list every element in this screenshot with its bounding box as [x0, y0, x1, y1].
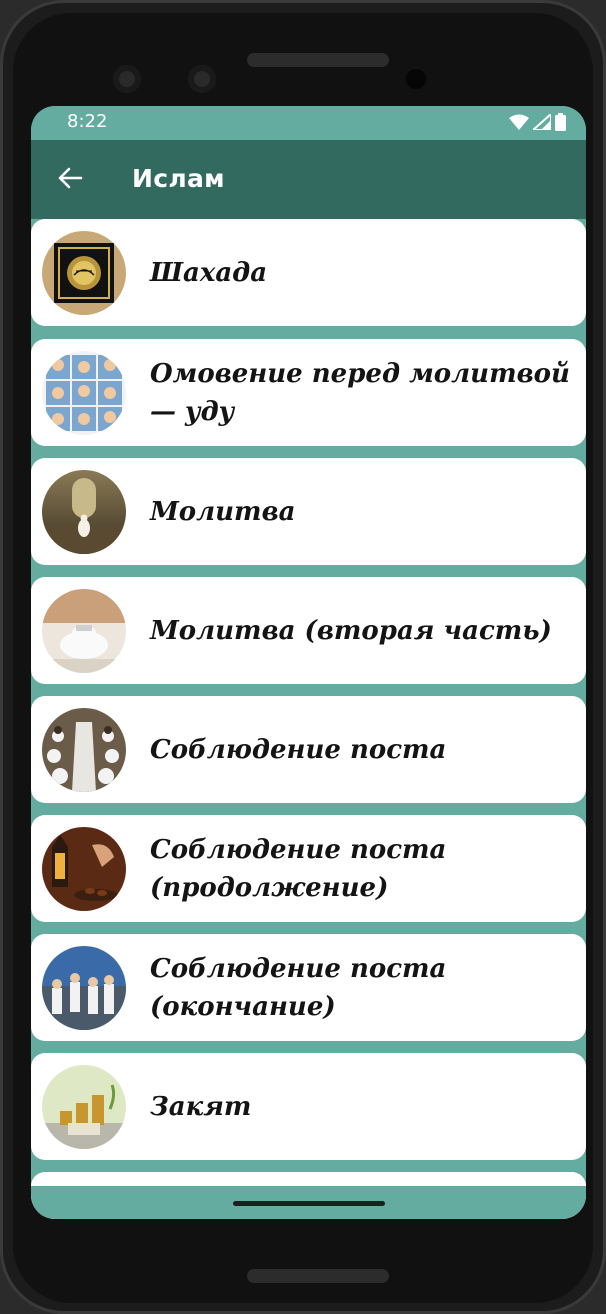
zakat-thumbnail	[42, 1065, 126, 1149]
list-item-label: Шахада	[150, 257, 268, 288]
list-item-prayer-part-2[interactable]: Молитва (вторая часть)	[31, 577, 586, 684]
bottom-speaker	[247, 1269, 389, 1283]
prostration-thumbnail	[42, 589, 126, 673]
proximity-sensor	[406, 69, 426, 89]
page-title: Ислам	[132, 164, 225, 193]
wifi-icon	[509, 114, 529, 130]
list-item-zakat[interactable]: Закят	[31, 1053, 586, 1160]
list-item-fasting[interactable]: Соблюдение поста	[31, 696, 586, 803]
prayer-thumbnail	[42, 470, 126, 554]
iftar-thumbnail	[42, 708, 126, 792]
shahada-thumbnail	[42, 231, 126, 315]
list-item-label: Закят	[150, 1091, 252, 1122]
app-screen: 8:22 Ислам Шахада Омовение перед молитво…	[31, 106, 586, 1219]
list-item-fasting-continued[interactable]: Соблюдение поста (продолжение)	[31, 815, 586, 922]
arrow-left-icon[interactable]	[55, 163, 85, 193]
wudu-thumbnail	[42, 351, 126, 435]
status-time: 8:22	[67, 111, 108, 132]
lantern-thumbnail	[42, 827, 126, 911]
home-gesture-handle[interactable]	[233, 1201, 385, 1206]
list-item-wudu[interactable]: Омовение перед молитвой — уду	[31, 339, 586, 446]
topic-list: Шахада Омовение перед молитвой — уду Мол…	[31, 219, 586, 1219]
list-item-label: Соблюдение поста (окончание)	[150, 953, 447, 1022]
list-item-prayer[interactable]: Молитва	[31, 458, 586, 565]
list-item-label: Молитва	[150, 496, 296, 527]
navigation-bar	[31, 1186, 586, 1219]
signal-icon	[533, 114, 551, 130]
status-bar: 8:22	[31, 106, 586, 140]
battery-icon	[555, 113, 566, 131]
earpiece-speaker	[247, 53, 389, 67]
front-sensor	[188, 65, 216, 93]
app-bar: Ислам	[31, 140, 586, 219]
list-item-label: Молитва (вторая часть)	[150, 615, 552, 646]
phone-frame: 8:22 Ислам Шахада Омовение перед молитво…	[0, 0, 606, 1314]
list-item-label: Соблюдение поста (продолжение)	[150, 834, 447, 903]
eid-thumbnail	[42, 946, 126, 1030]
list-item-fasting-ending[interactable]: Соблюдение поста (окончание)	[31, 934, 586, 1041]
front-camera	[113, 65, 141, 93]
list-item-label: Омовение перед молитвой — уду	[150, 358, 570, 427]
list-item-shahada[interactable]: Шахада	[31, 219, 586, 326]
status-icons	[509, 113, 566, 131]
list-item-label: Соблюдение поста	[150, 734, 447, 765]
